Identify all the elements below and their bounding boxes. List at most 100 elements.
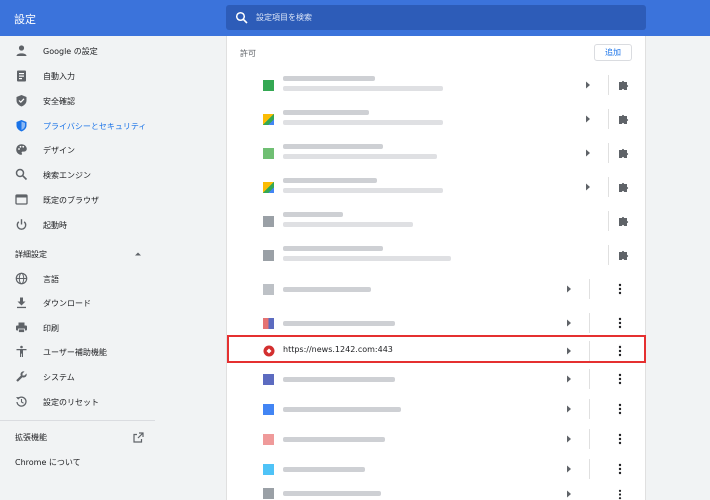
row-separator: [589, 429, 590, 449]
sidebar-item-label: 検索エンジン: [43, 171, 91, 180]
site-row[interactable]: [227, 68, 647, 102]
chevron-right-icon[interactable]: [566, 347, 572, 355]
chevron-right-icon[interactable]: [566, 405, 572, 413]
sidebar: Google の設定 自動入力 安全確認 プライバシーとセキュリティ デザイン …: [0, 36, 226, 500]
chevron-right-icon[interactable]: [585, 149, 591, 157]
chevron-right-icon[interactable]: [585, 183, 591, 191]
chevron-up-icon[interactable]: [134, 250, 142, 258]
chevron-right-icon[interactable]: [585, 115, 591, 123]
sidebar-item-label: ユーザー補助機能: [43, 348, 107, 357]
browser-icon: [15, 194, 28, 205]
blurred-site-text: [283, 76, 375, 81]
clipboard-icon: [17, 70, 26, 82]
site-row[interactable]: [227, 422, 647, 456]
chevron-right-icon[interactable]: [566, 465, 572, 473]
search-icon: [235, 11, 248, 24]
site-row[interactable]: [227, 238, 647, 272]
row-separator: [608, 75, 609, 95]
chevron-right-icon[interactable]: [566, 375, 572, 383]
site-favicon-icon: [263, 182, 274, 193]
sidebar-item-privacy[interactable]: プライバシーとセキュリティ: [0, 115, 226, 137]
more-vert-icon[interactable]: [618, 345, 622, 357]
open-external-icon[interactable]: [133, 432, 144, 443]
top-bar: 設定 設定項目を検索: [0, 0, 710, 36]
sidebar-item-label: Google の設定: [43, 47, 98, 56]
site-favicon-icon: [263, 318, 274, 329]
site-row[interactable]: [227, 392, 647, 426]
sidebar-item-autofill[interactable]: 自動入力: [0, 65, 226, 87]
sidebar-item-on-startup[interactable]: 起動時: [0, 214, 226, 236]
advanced-section-title[interactable]: 詳細設定: [15, 249, 47, 260]
search-box[interactable]: 設定項目を検索: [226, 5, 646, 30]
site-row[interactable]: [227, 272, 647, 306]
palette-icon: [16, 144, 27, 155]
row-separator: [589, 341, 590, 361]
power-icon: [16, 219, 27, 230]
sidebar-item-languages[interactable]: 言語: [0, 268, 226, 290]
site-favicon-icon: [263, 488, 274, 499]
row-separator: [608, 211, 609, 231]
site-favicon-icon: [263, 250, 274, 261]
more-vert-icon[interactable]: [618, 317, 622, 329]
blurred-site-text: [283, 246, 383, 251]
sidebar-item-printing[interactable]: 印刷: [0, 317, 226, 339]
sidebar-item-safety-check[interactable]: 安全確認: [0, 90, 226, 112]
blurred-site-text: [283, 491, 381, 496]
blurred-site-text: [283, 212, 343, 217]
permissions-card: 許可 追加 https://news.1242.com:443: [226, 36, 646, 500]
chevron-right-icon[interactable]: [585, 81, 591, 89]
site-favicon-icon: [263, 284, 274, 295]
sidebar-item-accessibility[interactable]: ユーザー補助機能: [0, 341, 226, 363]
site-favicon-icon: [263, 80, 274, 91]
site-row[interactable]: [227, 204, 647, 238]
row-separator: [608, 245, 609, 265]
more-vert-icon[interactable]: [618, 403, 622, 415]
sidebar-item-appearance[interactable]: デザイン: [0, 139, 226, 161]
blurred-site-text: [283, 407, 401, 412]
chevron-right-icon[interactable]: [566, 435, 572, 443]
sidebar-item-google[interactable]: Google の設定: [0, 40, 226, 62]
chevron-right-icon[interactable]: [566, 490, 572, 498]
sidebar-item-search-engine[interactable]: 検索エンジン: [0, 164, 226, 186]
site-favicon-icon: [263, 216, 274, 227]
puzzle-icon: [619, 250, 629, 260]
sidebar-item-label: 自動入力: [43, 72, 75, 81]
more-vert-icon[interactable]: [618, 283, 622, 295]
more-vert-icon[interactable]: [618, 489, 622, 500]
row-separator: [589, 313, 590, 333]
sidebar-item-extensions[interactable]: 拡張機能: [15, 432, 47, 443]
chevron-right-icon[interactable]: [566, 285, 572, 293]
site-row[interactable]: [227, 480, 647, 500]
sidebar-item-label: プライバシーとセキュリティ: [43, 122, 147, 131]
blurred-site-text: [283, 154, 437, 159]
puzzle-icon: [619, 216, 629, 226]
puzzle-icon: [619, 80, 629, 90]
site-row[interactable]: [227, 170, 647, 204]
sidebar-item-label: 印刷: [43, 324, 59, 333]
sidebar-item-label: ダウンロード: [43, 299, 91, 308]
site-favicon-icon: [263, 374, 274, 385]
site-favicon-icon: [263, 434, 274, 445]
puzzle-icon: [619, 148, 629, 158]
sidebar-item-about-chrome[interactable]: Chrome について: [15, 457, 81, 468]
site-row[interactable]: [227, 362, 647, 396]
sidebar-item-default-browser[interactable]: 既定のブラウザ: [0, 189, 226, 211]
site-row[interactable]: [227, 102, 647, 136]
row-separator: [608, 109, 609, 129]
row-separator: [589, 279, 590, 299]
chevron-right-icon[interactable]: [566, 319, 572, 327]
more-vert-icon[interactable]: [618, 433, 622, 445]
more-vert-icon[interactable]: [618, 463, 622, 475]
blurred-site-text: [283, 110, 369, 115]
sidebar-item-downloads[interactable]: ダウンロード: [0, 292, 226, 314]
more-vert-icon[interactable]: [618, 373, 622, 385]
site-favicon-icon: [263, 148, 274, 159]
wrench-icon: [16, 371, 27, 382]
blurred-site-text: [283, 287, 371, 292]
sidebar-item-system[interactable]: システム: [0, 366, 226, 388]
site-row[interactable]: [227, 136, 647, 170]
blurred-site-text: [283, 437, 385, 442]
sidebar-item-reset[interactable]: 設定のリセット: [0, 391, 226, 413]
shield-icon: [16, 120, 27, 132]
add-site-button[interactable]: 追加: [594, 44, 632, 61]
